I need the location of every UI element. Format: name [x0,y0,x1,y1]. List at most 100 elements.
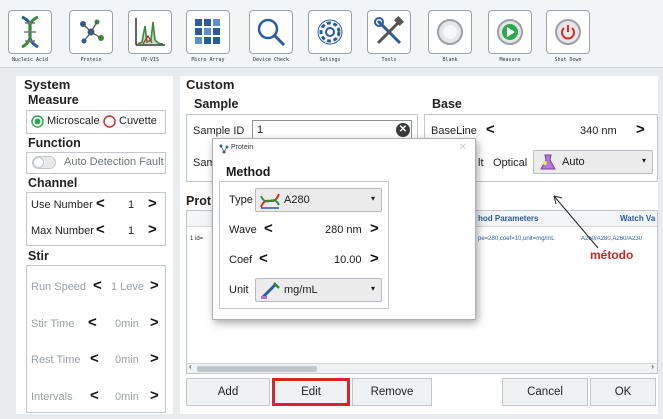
function-title: Function [28,136,81,150]
remove-button[interactable]: Remove [352,378,432,406]
wave-label: Wave [229,224,257,236]
coef-increase-button[interactable]: > [370,250,379,267]
use-number-label: Use Number [31,199,93,211]
sample-id-input[interactable]: 1 [252,120,412,140]
cuvette-label: Cuvette [119,115,157,127]
toolbar-label: Nucleic Acid [11,57,49,63]
dna-icon [260,193,280,209]
default-label-partial: lt [478,157,484,169]
play-icon [497,19,523,45]
wave-increase-button[interactable]: > [370,220,379,237]
max-number-increase-button[interactable]: > [148,221,157,238]
stir-time-value: 0min [115,318,139,330]
sample-id-label: Sample ID [193,125,245,137]
intervals-label: Intervals [31,391,73,403]
device-check-button[interactable] [249,10,293,54]
measure-button[interactable] [488,10,532,54]
baseline-label: BaseLine [431,125,477,137]
run-speed-decrease-button[interactable]: < [93,277,102,294]
protein-app-icon [219,144,229,154]
unit-select[interactable]: mg/mL ▾ [255,278,382,302]
stir-time-decrease-button[interactable]: < [88,314,97,331]
chevron-down-icon: ▾ [641,156,646,165]
baseline-increase-button[interactable]: > [636,121,645,138]
baseline-decrease-button[interactable]: < [486,121,495,138]
coef-value: 10.00 [334,254,362,266]
stir-time-label: Stir Time [31,318,75,330]
auto-detection-toggle[interactable] [32,156,56,169]
unit-value: mg/mL [284,284,318,296]
spectrum-icon [135,18,165,46]
custom-title: Custom [186,77,235,92]
annotation-label: método [590,248,634,262]
edit-button[interactable]: Edit [272,378,350,406]
intervals-increase-button[interactable]: > [150,387,159,404]
watch-values-header: Watch Va [620,214,656,223]
micro-array-icon [195,19,220,44]
sample-title: Sample [194,97,239,111]
nucleic-acid-button[interactable] [8,10,52,54]
intervals-decrease-button[interactable]: < [90,387,99,404]
dialog-window-title: Protein [231,144,254,151]
rest-time-decrease-button[interactable]: < [90,350,99,367]
type-value: A280 [284,194,310,206]
protein-button[interactable] [69,10,113,54]
dna-icon [21,15,39,49]
close-icon[interactable]: ✕ [459,142,467,153]
cuvette-radio[interactable] [103,115,116,128]
magnifier-icon [257,18,286,47]
toolbar-label: Tools [381,57,397,63]
run-speed-increase-button[interactable]: > [150,277,159,294]
rest-time-increase-button[interactable]: > [150,350,159,367]
method-params-header: hod Parameters [478,214,539,223]
scroll-right-icon[interactable]: › [651,362,654,371]
ok-button[interactable]: OK [590,378,656,406]
toolbar: Nucleic Acid Protein UV-VIS Micro Array [0,0,663,68]
toolbar-label: Micro Array [191,57,225,63]
uv-vis-button[interactable] [128,10,172,54]
type-select[interactable]: A280 ▾ [255,188,382,212]
toolbar-label: Device Check [252,57,290,63]
optical-select[interactable]: Auto ▾ [533,150,653,174]
annotation-arrow [553,195,599,249]
add-button[interactable]: Add [186,378,270,406]
optical-label: Optical [493,157,528,169]
tools-icon [374,16,404,45]
row-method-params-cell: pe=280,coef=10,unit=mg/mL [478,236,555,242]
shut-down-button[interactable] [546,10,590,54]
stir-time-increase-button[interactable]: > [150,314,159,331]
pipette-icon [260,282,280,300]
settings-button[interactable] [308,10,352,54]
gear-icon [317,19,343,45]
microscale-radio[interactable] [31,115,44,128]
flask-icon [540,154,556,170]
max-number-label: Max Number [31,225,94,237]
cancel-button[interactable]: Cancel [502,378,588,406]
scrollbar-thumb[interactable] [197,366,317,372]
use-number-value: 1 [128,199,135,211]
rest-time-value: 0min [115,354,139,366]
blank-button[interactable] [428,10,472,54]
tools-button[interactable] [367,10,411,54]
toolbar-label: Protein [80,57,102,63]
toolbar-label: UV-VIS [140,57,160,63]
horizontal-scrollbar[interactable]: ‹ › [187,362,657,373]
stir-title: Stir [28,249,49,263]
toolbar-label: Shut Down [554,57,582,63]
chevron-down-icon: ▾ [370,284,375,293]
blank-icon [437,19,463,45]
wave-decrease-button[interactable]: < [264,220,273,237]
run-speed-value: 1 Leve [111,281,145,293]
use-number-increase-button[interactable]: > [148,195,157,212]
microscale-label: Microscale [47,115,100,127]
micro-array-button[interactable] [186,10,230,54]
channel-title: Channel [28,176,78,190]
clear-icon[interactable]: ✕ [396,123,410,137]
max-number-decrease-button[interactable]: < [96,221,105,238]
optical-value: Auto [562,156,585,168]
coef-decrease-button[interactable]: < [259,250,268,267]
scroll-left-icon[interactable]: ‹ [189,362,192,371]
protein-dialog: Protein ✕ Method Type A280 ▾ Wave < 280 … [212,138,476,320]
measure-title: Measure [28,93,79,107]
use-number-decrease-button[interactable]: < [96,195,105,212]
